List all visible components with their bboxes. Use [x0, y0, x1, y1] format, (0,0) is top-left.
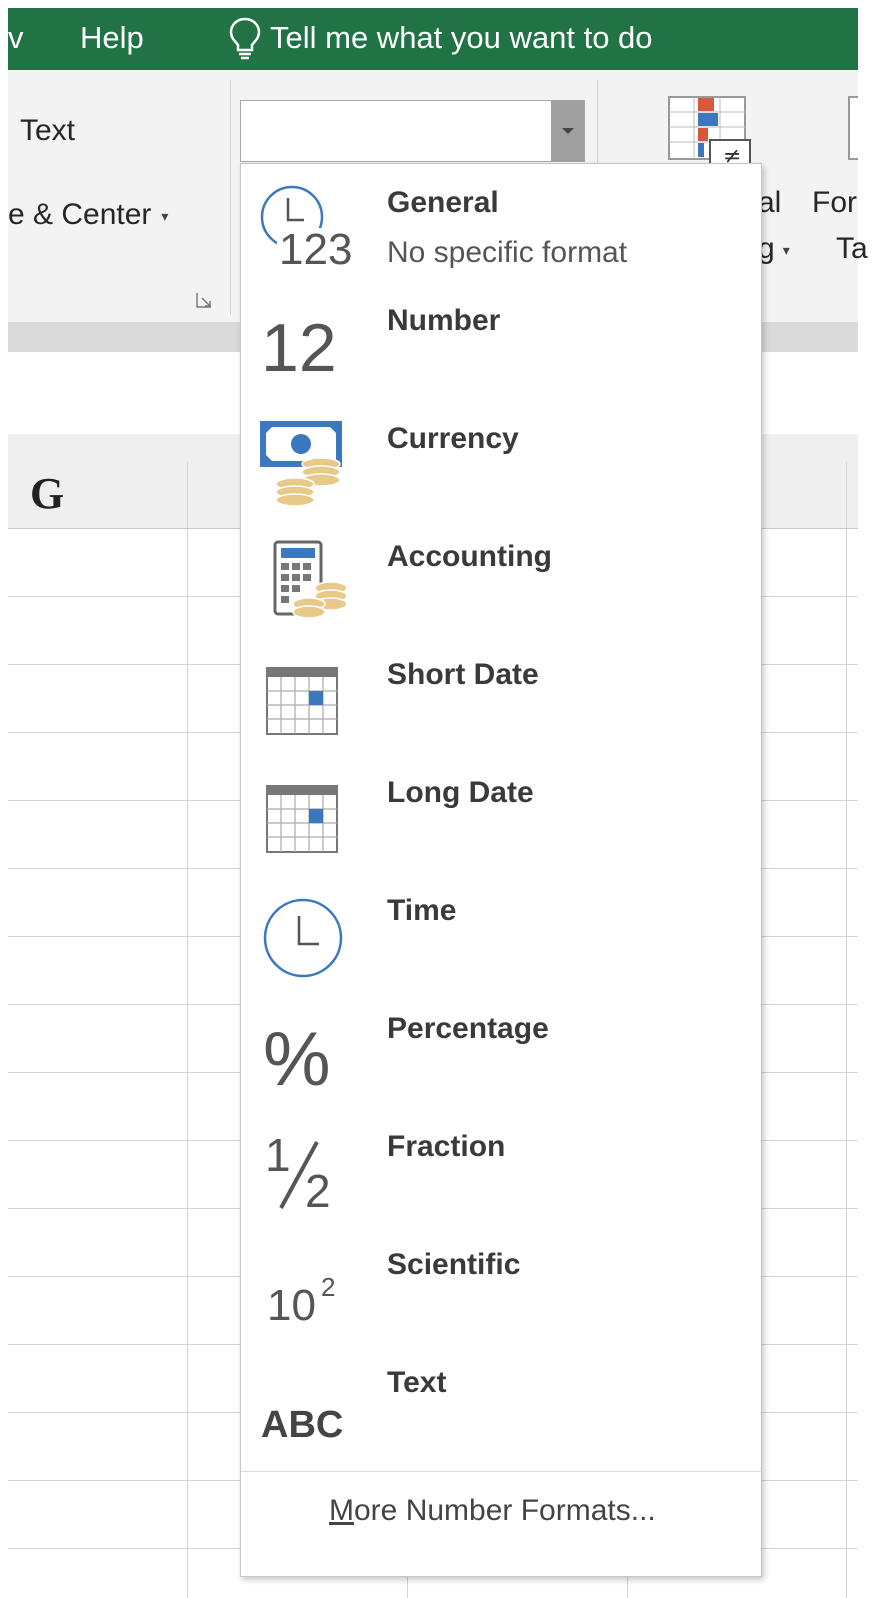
- calendar-icon: [259, 768, 351, 860]
- clock-icon: [259, 886, 351, 978]
- menu-item-help[interactable]: Help: [80, 20, 144, 56]
- general-clock-123-icon: 123: [259, 178, 355, 274]
- column-header-g[interactable]: G: [30, 468, 64, 519]
- currency-bill-coins-icon: [259, 414, 351, 507]
- format-item-short-date[interactable]: Short Date: [241, 636, 761, 754]
- tell-me-label: Tell me what you want to do: [270, 20, 653, 55]
- fraction-icon: 1 2: [259, 1122, 351, 1214]
- format-item-label: General: [387, 186, 499, 219]
- format-item-label: Scientific: [387, 1248, 521, 1281]
- format-item-label: Long Date: [387, 776, 534, 809]
- conditional-formatting-label-2[interactable]: g ▾: [758, 232, 790, 266]
- format-item-label: Accounting: [387, 540, 552, 573]
- menu-bar: v Help Tell me what you want to do: [8, 8, 858, 70]
- format-as-table-icon[interactable]: [848, 96, 858, 160]
- number-12-icon: 12: [259, 296, 351, 388]
- tell-me-search[interactable]: Tell me what you want to do: [226, 16, 653, 60]
- number-format-dropdown-button[interactable]: [551, 101, 584, 161]
- more-accelerator-key: M: [329, 1494, 354, 1527]
- accounting-calculator-icon: [259, 532, 351, 624]
- format-item-label: Fraction: [387, 1130, 506, 1163]
- ribbon-group-separator: [230, 80, 231, 315]
- column-divider: [407, 1577, 408, 1598]
- format-item-text[interactable]: ABC Text: [241, 1344, 761, 1462]
- merge-center-button[interactable]: e & Center ▾: [8, 198, 168, 232]
- chevron-down-icon[interactable]: ▾: [161, 208, 168, 225]
- column-divider: [627, 1577, 628, 1598]
- more-number-formats-label: ore Number Formats...: [354, 1494, 656, 1527]
- conditional-formatting-icon[interactable]: ≠: [668, 96, 754, 170]
- format-item-long-date[interactable]: Long Date: [241, 754, 761, 872]
- scientific-exponent-glyph: 2: [321, 1272, 336, 1302]
- general-123-glyph: 123: [277, 225, 355, 274]
- scientific-icon: 10 2: [259, 1240, 351, 1332]
- format-as-table-label: For: [812, 186, 857, 219]
- more-number-formats-link[interactable]: More Number Formats...: [329, 1494, 656, 1528]
- format-item-label: Time: [387, 894, 457, 927]
- number-format-dropdown: 123 General No specific format 12 Number: [240, 163, 762, 1577]
- format-item-time[interactable]: Time: [241, 872, 761, 990]
- wrap-text-button[interactable]: Text: [20, 114, 75, 148]
- wrap-text-label: Text: [20, 114, 76, 147]
- text-abc-glyph: ABC: [261, 1404, 344, 1446]
- dropdown-separator: [241, 1471, 761, 1472]
- percent-glyph: %: [263, 1017, 331, 1102]
- fraction-denominator-glyph: 2: [305, 1165, 331, 1217]
- format-item-label: Currency: [387, 422, 519, 455]
- format-item-accounting[interactable]: Accounting: [241, 518, 761, 636]
- format-item-label: Percentage: [387, 1012, 549, 1045]
- format-as-table-label-2: Ta: [836, 232, 868, 265]
- number-format-combobox[interactable]: [240, 100, 585, 162]
- calendar-icon: [259, 650, 351, 742]
- chevron-down-icon[interactable]: ▾: [783, 242, 790, 259]
- format-item-percentage[interactable]: % Percentage: [241, 990, 761, 1108]
- percent-icon: %: [259, 1004, 351, 1102]
- format-item-fraction[interactable]: 1 2 Fraction: [241, 1108, 761, 1226]
- dialog-launcher-icon[interactable]: [196, 292, 212, 308]
- lightbulb-icon: [229, 17, 261, 60]
- format-item-currency[interactable]: Currency: [241, 400, 761, 518]
- text-abc-icon: ABC: [259, 1358, 351, 1450]
- format-item-scientific[interactable]: 10 2 Scientific: [241, 1226, 761, 1344]
- format-item-sample: No specific format: [387, 236, 628, 269]
- column-divider: [187, 462, 188, 1598]
- scientific-base-glyph: 10: [267, 1281, 316, 1330]
- column-divider: [846, 462, 847, 1598]
- number-12-glyph: 12: [261, 310, 337, 386]
- format-item-label: Text: [387, 1366, 447, 1399]
- menu-item-fragment[interactable]: v: [8, 20, 24, 56]
- format-item-number[interactable]: 12 Number: [241, 282, 761, 400]
- format-item-label: Short Date: [387, 658, 539, 691]
- format-item-label: Number: [387, 304, 501, 337]
- format-item-general[interactable]: 123 General No specific format: [241, 164, 761, 282]
- merge-center-label: e & Center: [8, 198, 152, 231]
